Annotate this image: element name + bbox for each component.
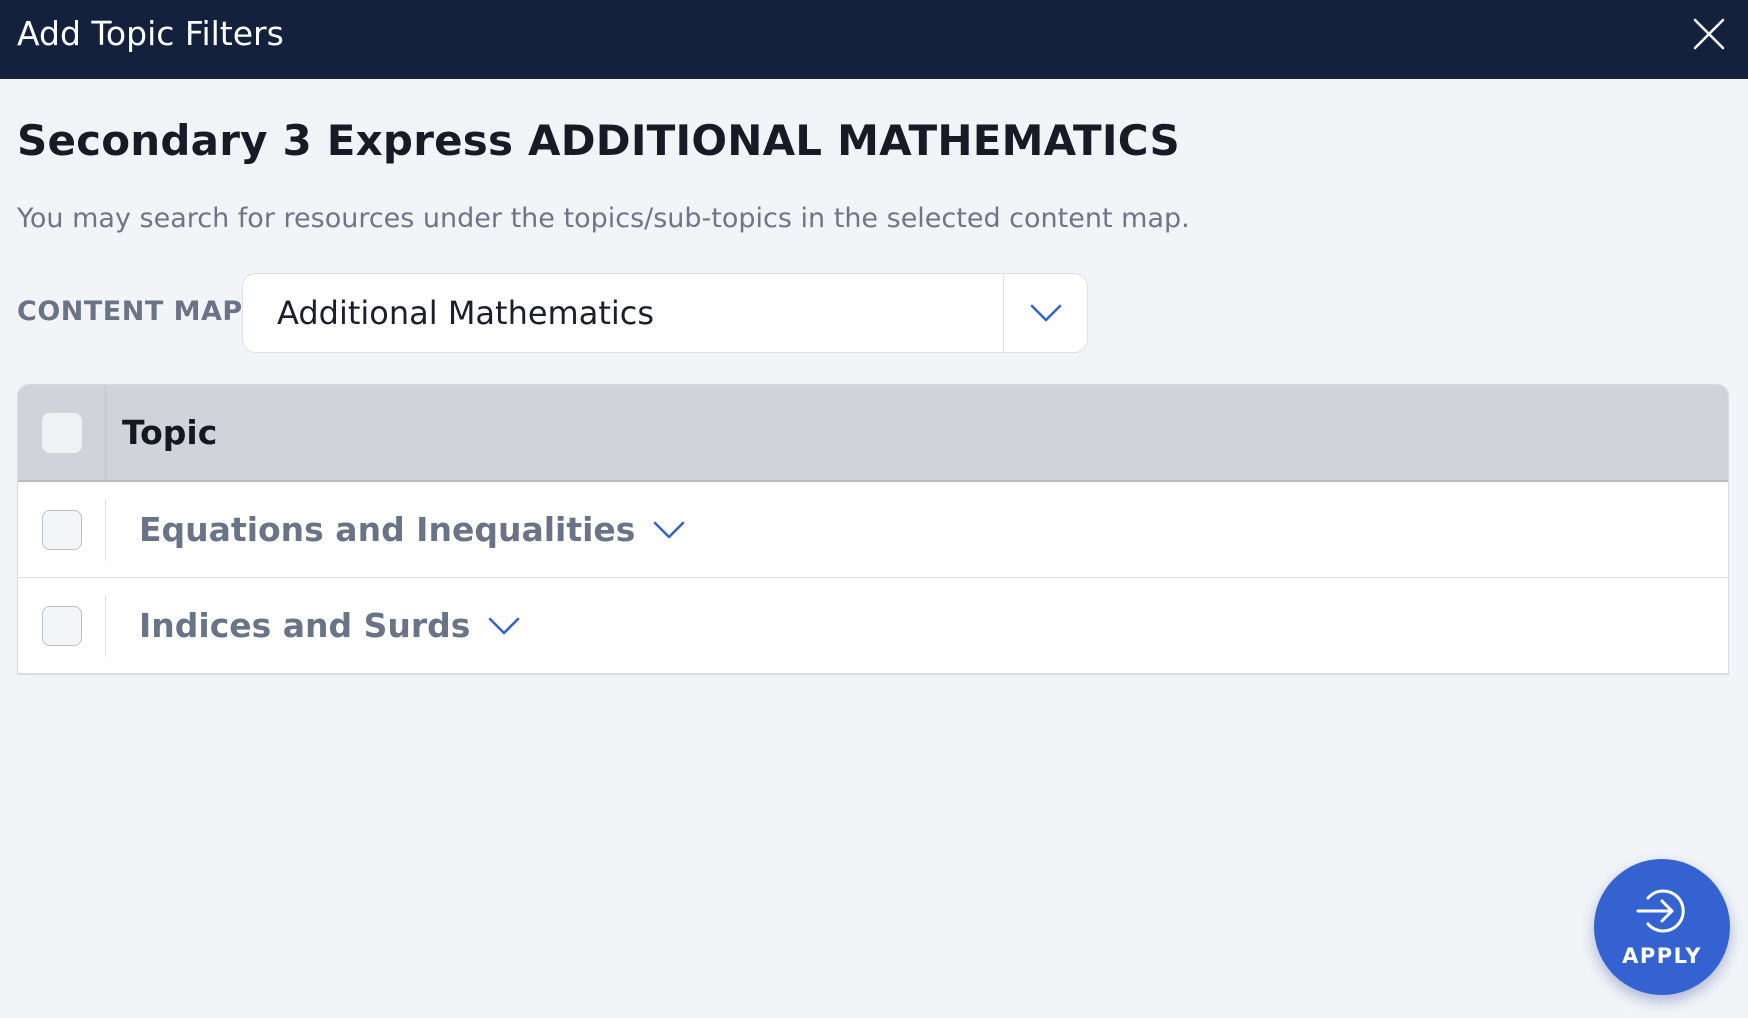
topic-label: Equations and Inequalities: [139, 510, 636, 549]
page-description: You may search for resources under the t…: [17, 203, 1190, 234]
row-checkbox[interactable]: [41, 605, 82, 646]
chevron-down-icon: [654, 521, 685, 538]
row-check-cell: [18, 498, 106, 561]
content-map-value: Additional Mathematics: [277, 294, 655, 332]
content-map-label: CONTENT MAP: [17, 296, 243, 327]
chevron-down-icon: [489, 617, 520, 634]
select-all-checkbox[interactable]: [41, 412, 82, 453]
apply-label: APPLY: [1622, 944, 1702, 968]
row-check-cell: [18, 594, 106, 657]
topic-label: Indices and Surds: [139, 606, 471, 645]
select-all-cell: [18, 385, 106, 480]
content-map-dropdown-button[interactable]: [1003, 274, 1087, 352]
topic-expand-toggle[interactable]: Indices and Surds: [106, 606, 520, 645]
arrow-right-circle-icon: [1636, 889, 1685, 933]
modal-title: Add Topic Filters: [17, 14, 284, 53]
topic-expand-toggle[interactable]: Equations and Inequalities: [106, 510, 685, 549]
topic-table-header: Topic: [18, 385, 1728, 482]
apply-button[interactable]: APPLY: [1594, 859, 1730, 995]
table-row: Equations and Inequalities: [18, 482, 1728, 578]
content-map-select[interactable]: Additional Mathematics: [242, 273, 1088, 353]
topic-column-header: Topic: [122, 413, 218, 452]
close-button[interactable]: [1669, 0, 1748, 79]
page-heading: Secondary 3 Express ADDITIONAL MATHEMATI…: [17, 116, 1180, 165]
modal-header: Add Topic Filters: [0, 0, 1748, 79]
row-checkbox[interactable]: [41, 509, 82, 550]
topic-table: Topic Equations and Inequalities Indices…: [17, 384, 1729, 675]
close-icon: [1693, 18, 1724, 49]
chevron-down-icon: [1030, 304, 1061, 322]
table-row: Indices and Surds: [18, 578, 1728, 674]
